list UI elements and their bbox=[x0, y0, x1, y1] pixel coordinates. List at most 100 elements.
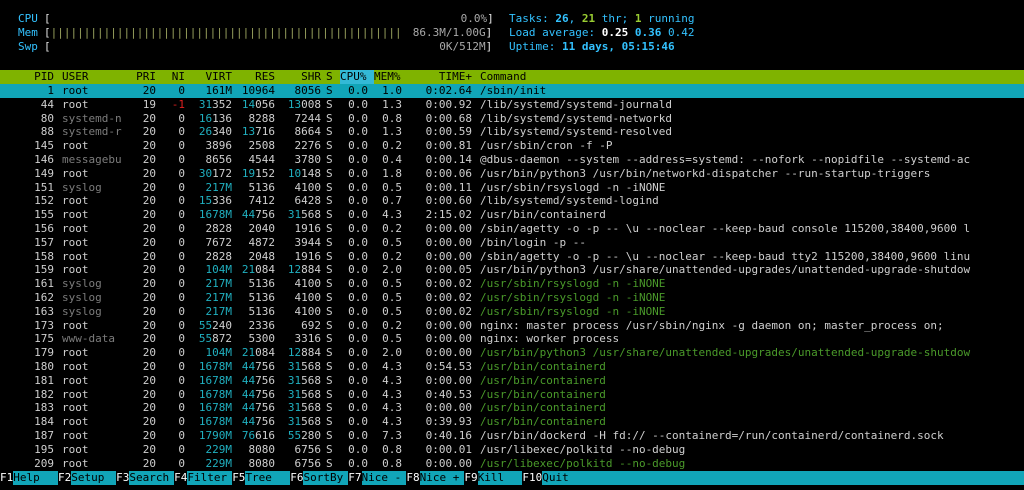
process-row[interactable]: 183 root 20 0 1678M 44756 31568 S 0.0 4.3 0:00.00 /… bbox=[0, 401, 1024, 415]
process-row[interactable]: 184 root 20 0 1678M 44756 31568 S 0.0 4.3 0:39.93 /… bbox=[0, 415, 1024, 429]
fkey-label: Setup bbox=[71, 471, 117, 485]
mem-value: 86.3M/1.00G bbox=[412, 26, 486, 39]
process-row[interactable]: 156 root 20 0 2828 2040 1916 S 0.0 0.2 0:00.00/sbi… bbox=[0, 222, 1024, 236]
process-row[interactable]: 146 messagebu 20 0 8656 4544 3780 S 0.0 0.4 0:00.1… bbox=[0, 153, 1024, 167]
cell-command: /usr/libexec/polkitd --no-debug bbox=[480, 442, 686, 456]
process-row[interactable]: 161 syslog 20 0 217M 5136 4100 S 0.0 0.5 0:00.02/u… bbox=[0, 277, 1024, 291]
header-mem[interactable]: MEM% bbox=[374, 70, 401, 84]
cell-mem: 4.3 bbox=[382, 208, 402, 222]
fkey-filter[interactable]: F4Filter bbox=[174, 471, 233, 485]
header-user[interactable]: USER bbox=[62, 70, 89, 84]
fkey-tree[interactable]: F5Tree bbox=[232, 471, 291, 485]
header-state[interactable]: S bbox=[326, 70, 333, 84]
cell-s: S bbox=[326, 166, 333, 180]
cell-res: 44756 bbox=[241, 373, 275, 387]
cell-s: S bbox=[326, 442, 333, 456]
cell-command: /bin/login -p -- bbox=[480, 235, 586, 249]
cell-shr: 6756 bbox=[294, 456, 322, 470]
cell-res: 8288 bbox=[248, 111, 276, 125]
process-row[interactable]: 149 root 20 0 30172 19152 10148 S 0.0 1.8 0:00.06 /… bbox=[0, 167, 1024, 181]
cell-command: /usr/sbin/rsyslogd -n -iNONE bbox=[480, 290, 666, 304]
cell-pri: 20 bbox=[142, 277, 156, 291]
header-ni[interactable]: NI bbox=[160, 70, 185, 84]
fkey-setup[interactable]: F2Setup bbox=[58, 471, 117, 485]
fkey-nice[interactable]: F7Nice - bbox=[348, 471, 407, 485]
fkey-quit[interactable]: F10Quit bbox=[522, 471, 583, 485]
cell-res: 44756 bbox=[241, 359, 275, 373]
header-pri[interactable]: PRI bbox=[128, 70, 156, 84]
process-row[interactable]: 1 root 20 0 161M 10964 8056 S 0.0 1.0 0:02.64/sbin… bbox=[0, 84, 1024, 98]
header-pid[interactable]: PID bbox=[0, 70, 54, 84]
process-row[interactable]: 159 root 20 0 104M 21084 12884 S 0.0 2.0 0:00.05/u… bbox=[0, 263, 1024, 277]
cell-res: 8080 bbox=[248, 456, 276, 470]
fkey-search[interactable]: F3Search bbox=[116, 471, 175, 485]
process-row[interactable]: 152 root 20 0 15336 7412 6428 S 0.0 0.7 0:00.60/li… bbox=[0, 194, 1024, 208]
cell-res: 2048 bbox=[248, 249, 276, 263]
tasks-count: 26 bbox=[555, 12, 569, 25]
cell-user: root bbox=[62, 166, 89, 180]
cell-pid: 156 bbox=[34, 221, 54, 235]
header-res[interactable]: RES bbox=[235, 70, 275, 84]
cell-cpu: 0.0 bbox=[348, 428, 368, 442]
cell-s: S bbox=[326, 373, 333, 387]
process-row[interactable]: 209 root 20 0 229M 8080 6756 S 0.0 0.8 0:00.00/usr… bbox=[0, 457, 1024, 471]
process-row[interactable]: 158 root 20 0 2828 2048 1916 S 0.0 0.2 0:00.00/sbi… bbox=[0, 250, 1024, 264]
process-row[interactable]: 187 root 20 0 1790M 76616 55280 S 0.0 7.3 0:40.16 /… bbox=[0, 429, 1024, 443]
cell-user: systemd-r bbox=[62, 125, 122, 139]
fkey-label: Filter bbox=[187, 471, 233, 485]
process-row[interactable]: 155 root 20 0 1678M 44756 31568 S 0.0 4.3 2:15.02 /… bbox=[0, 208, 1024, 222]
cell-virt: 16136 bbox=[198, 111, 232, 125]
fkey-nice[interactable]: F8Nice + bbox=[406, 471, 465, 485]
cell-cpu: 0.0 bbox=[348, 442, 368, 456]
process-row[interactable]: 181 root 20 0 1678M 44756 31568 S 0.0 4.3 0:00.00 /… bbox=[0, 374, 1024, 388]
process-row[interactable]: 175 www-data 20 0 55872 5300 3316 S 0.0 0.5 0:00.0… bbox=[0, 332, 1024, 346]
cell-s: S bbox=[326, 428, 333, 442]
cell-virt: 30172 bbox=[198, 166, 232, 180]
cell-shr: 31568 bbox=[287, 373, 321, 387]
header-time[interactable]: TIME+ bbox=[412, 70, 472, 84]
process-row[interactable]: 157 root 20 0 7672 4872 3944 S 0.0 0.5 0:00.00/bin… bbox=[0, 236, 1024, 250]
cell-mem: 1.8 bbox=[382, 166, 402, 180]
cell-mem: 0.8 bbox=[382, 111, 402, 125]
cell-ni: 0 bbox=[178, 332, 185, 346]
cell-time: 0:00.02 bbox=[425, 290, 472, 304]
process-row[interactable]: 88 systemd-r 20 0 26340 13716 8664 S 0.0 1.3 0:00.… bbox=[0, 125, 1024, 139]
cell-command: nginx: worker process bbox=[480, 332, 620, 346]
cell-command: /lib/systemd/systemd-journald bbox=[480, 97, 673, 111]
cell-virt: 104M bbox=[205, 263, 233, 277]
process-row[interactable]: 44 root 19 -1 31352 14056 13008 S 0.0 1.3 0:00.92 /… bbox=[0, 98, 1024, 112]
cell-pri: 20 bbox=[142, 208, 156, 222]
process-row[interactable]: 180 root 20 0 1678M 44756 31568 S 0.0 4.3 0:54.53 /… bbox=[0, 360, 1024, 374]
process-row[interactable]: 145 root 20 0 3896 2508 2276 S 0.0 0.2 0:00.81/usr… bbox=[0, 139, 1024, 153]
cell-pri: 20 bbox=[142, 304, 156, 318]
header-shr[interactable]: SHR bbox=[279, 70, 321, 84]
mem-bar: ||||||||||||||||||||||||||||||||||||||||… bbox=[50, 26, 400, 39]
process-row[interactable]: 173 root 20 0 55240 2336 692 S 0.0 0.2 0:00.00 ngin… bbox=[0, 319, 1024, 333]
cell-mem: 0.7 bbox=[382, 194, 402, 208]
header-command[interactable]: Command bbox=[480, 70, 526, 84]
process-row[interactable]: 179 root 20 0 104M 21084 12884 S 0.0 2.0 0:00.00/u… bbox=[0, 346, 1024, 360]
cell-pid: 175 bbox=[34, 332, 54, 346]
cell-pid: 146 bbox=[34, 152, 54, 166]
header-virt[interactable]: VIRT bbox=[190, 70, 233, 84]
cell-cpu: 0.0 bbox=[348, 139, 368, 153]
process-row[interactable]: 80 systemd-n 20 0 16136 8288 7244 S 0.0 0.8 0:00.6… bbox=[0, 112, 1024, 126]
cell-time: 0:40.53 bbox=[425, 387, 472, 401]
fkey-help[interactable]: F1Help bbox=[0, 471, 59, 485]
cell-time: 0:00.60 bbox=[425, 194, 472, 208]
fkey-sortby[interactable]: F6SortBy bbox=[290, 471, 349, 485]
cell-user: root bbox=[62, 456, 89, 470]
header-cpu[interactable]: CPU% bbox=[340, 70, 374, 84]
process-row[interactable]: 163 syslog 20 0 217M 5136 4100 S 0.0 0.5 0:00.02/u… bbox=[0, 305, 1024, 319]
process-row[interactable]: 162 syslog 20 0 217M 5136 4100 S 0.0 0.5 0:00.02/u… bbox=[0, 291, 1024, 305]
cell-time: 0:00.02 bbox=[425, 304, 472, 318]
process-row[interactable]: 195 root 20 0 229M 8080 6756 S 0.0 0.8 0:00.01/usr… bbox=[0, 443, 1024, 457]
cell-shr: 6756 bbox=[294, 442, 322, 456]
fkey-kill[interactable]: F9Kill bbox=[464, 471, 523, 485]
cell-res: 5136 bbox=[248, 290, 276, 304]
cell-s: S bbox=[326, 387, 333, 401]
process-row[interactable]: 151 syslog 20 0 217M 5136 4100 S 0.0 0.5 0:00.11/u… bbox=[0, 181, 1024, 195]
process-row[interactable]: 182 root 20 0 1678M 44756 31568 S 0.0 4.3 0:40.53 /… bbox=[0, 388, 1024, 402]
cell-command: /usr/bin/containerd bbox=[480, 208, 606, 222]
cell-user: syslog bbox=[62, 290, 102, 304]
